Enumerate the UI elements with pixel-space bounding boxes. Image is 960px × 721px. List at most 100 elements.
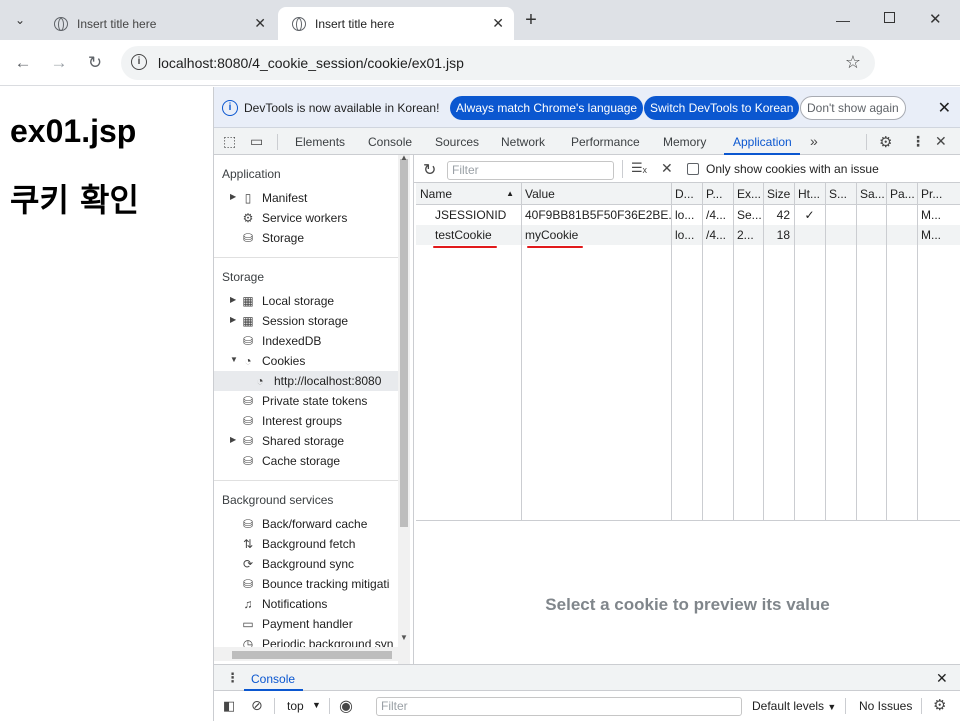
scroll-down-icon[interactable]: ▼ [400, 633, 408, 642]
close-tab-icon[interactable]: ✕ [254, 15, 266, 32]
sidebar-item-notifications[interactable]: ♫ Notifications [214, 594, 400, 614]
sidebar-item-storage[interactable]: ⛁ Storage [214, 228, 400, 248]
refresh-icon[interactable]: ↻ [423, 160, 436, 180]
tab-console[interactable]: Console [368, 135, 412, 149]
console-settings-gear-icon[interactable]: ⚙ [933, 696, 946, 714]
log-levels-dropdown[interactable]: Default levels ▼ [752, 699, 836, 713]
close-window-icon[interactable]: ✕ [929, 10, 942, 28]
sidebar-item-manifest[interactable]: ▶ ▯ Manifest [214, 188, 400, 208]
sidebar-item-session-storage[interactable]: ▶ ▦ Session storage [214, 311, 400, 331]
cell-name[interactable]: JSESSIONID [431, 205, 521, 225]
reload-button[interactable]: ↻ [82, 50, 108, 76]
tab-memory[interactable]: Memory [663, 135, 706, 149]
column-header-samesite[interactable]: Sa... [856, 183, 886, 205]
context-selector[interactable]: top [287, 699, 304, 713]
clear-console-icon[interactable]: ⊘ [251, 697, 263, 714]
forward-button[interactable]: → [46, 50, 72, 76]
switch-korean-button[interactable]: Switch DevTools to Korean [644, 96, 800, 120]
expand-arrow-icon[interactable]: ▶ [230, 295, 236, 304]
tab-network[interactable]: Network [501, 135, 545, 149]
scroll-up-icon[interactable]: ▲ [400, 155, 408, 162]
sidebar-item-payment-handler[interactable]: ▭ Payment handler [214, 614, 400, 634]
devtools-menu-icon[interactable]: ⋮ [911, 133, 925, 150]
tab-sources[interactable]: Sources [435, 135, 479, 149]
column-header-expires[interactable]: Ex... [733, 183, 763, 205]
collapse-arrow-icon[interactable]: ▼ [230, 355, 238, 364]
browser-tab-1[interactable]: Insert title here ✕ [40, 7, 276, 40]
eye-icon[interactable]: ◉ [339, 696, 353, 716]
sidebar-item-cache-storage[interactable]: ⛁ Cache storage [214, 451, 400, 471]
sidebar-item-background-sync[interactable]: ⟳ Background sync [214, 554, 400, 574]
cell-expires[interactable]: 2... [733, 225, 763, 245]
cell-value[interactable]: myCookie [521, 225, 671, 245]
cell-priority[interactable]: M... [917, 205, 960, 225]
inspect-element-icon[interactable]: ⬚ [223, 133, 236, 150]
delete-all-icon[interactable]: ✕ [661, 160, 673, 177]
sidebar-toggle-icon[interactable]: ◧ [223, 698, 235, 714]
dont-show-again-button[interactable]: Don't show again [800, 96, 906, 120]
column-header-size[interactable]: Size [763, 183, 794, 205]
tab-application[interactable]: Application [733, 135, 792, 149]
settings-gear-icon[interactable]: ⚙ [879, 133, 892, 151]
cell-expires[interactable]: Se... [733, 205, 763, 225]
more-tabs-icon[interactable]: » [810, 133, 818, 149]
cell-value[interactable]: 40F9BB81B5F50F36E2BE... [521, 205, 671, 225]
cell-domain[interactable]: lo... [671, 205, 702, 225]
sidebar-item-periodic-sync[interactable]: ◷ Periodic background syn [214, 634, 400, 647]
column-header-path[interactable]: P... [702, 183, 733, 205]
drawer-menu-icon[interactable]: ⋮ [226, 670, 239, 686]
sidebar-item-bounce-tracking[interactable]: ⛁ Bounce tracking mitigati [214, 574, 400, 594]
close-devtools-icon[interactable]: ✕ [935, 133, 947, 150]
tab-search-button[interactable]: ⌄ [6, 6, 34, 34]
cookie-filter-input[interactable]: Filter [447, 161, 614, 180]
device-toolbar-icon[interactable]: ▭ [250, 133, 263, 150]
column-header-name[interactable]: Name ▲ [416, 183, 521, 205]
clear-filtered-icon[interactable]: ☰ₓ [631, 160, 647, 176]
new-tab-button[interactable]: + [517, 6, 545, 34]
sidebar-item-back-forward-cache[interactable]: ⛁ Back/forward cache [214, 514, 400, 534]
bookmark-star-icon[interactable]: ☆ [845, 52, 861, 73]
sidebar-item-local-storage[interactable]: ▶ ▦ Local storage [214, 291, 400, 311]
sidebar-item-cookies[interactable]: ▼ ◔ Cookies [214, 351, 400, 371]
sidebar-item-interest-groups[interactable]: ⛁ Interest groups [214, 411, 400, 431]
browser-tab-2[interactable]: Insert title here ✕ [278, 7, 514, 40]
scrollbar-thumb[interactable] [400, 159, 408, 527]
cell-size[interactable]: 18 [763, 225, 794, 245]
back-button[interactable]: ← [10, 50, 36, 76]
column-header-partition-key[interactable]: Pa... [886, 183, 917, 205]
only-issue-checkbox[interactable] [687, 163, 699, 175]
column-header-httponly[interactable]: Ht... [794, 183, 825, 205]
expand-arrow-icon[interactable]: ▶ [230, 192, 236, 201]
expand-arrow-icon[interactable]: ▶ [230, 435, 236, 444]
tab-elements[interactable]: Elements [295, 135, 345, 149]
minimize-icon[interactable]: — [836, 12, 850, 28]
maximize-icon[interactable] [884, 12, 895, 23]
cell-path[interactable]: /4... [702, 205, 733, 225]
expand-arrow-icon[interactable]: ▶ [230, 315, 236, 324]
match-language-button[interactable]: Always match Chrome's language [450, 96, 644, 120]
close-drawer-icon[interactable]: ✕ [936, 670, 948, 687]
column-header-value[interactable]: Value [521, 183, 671, 205]
column-header-domain[interactable]: D... [671, 183, 702, 205]
sidebar-item-private-state-tokens[interactable]: ⛁ Private state tokens [214, 391, 400, 411]
cell-priority[interactable]: M... [917, 225, 960, 245]
sidebar-item-indexeddb[interactable]: ⛁ IndexedDB [214, 331, 400, 351]
column-header-secure[interactable]: S... [825, 183, 856, 205]
sidebar-item-service-workers[interactable]: ⚙ Service workers [214, 208, 400, 228]
cell-size[interactable]: 42 [763, 205, 794, 225]
scrollbar-thumb[interactable] [232, 651, 392, 659]
sidebar-item-cookie-origin[interactable]: ◔ http://localhost:8080 [214, 371, 400, 391]
sidebar-item-shared-storage[interactable]: ▶ ⛁ Shared storage [214, 431, 400, 451]
issues-counter[interactable]: No Issues [859, 699, 912, 713]
cell-httponly[interactable]: ✓ [794, 205, 825, 225]
address-bar[interactable]: i localhost:8080/4_cookie_session/cookie… [121, 46, 875, 80]
cell-path[interactable]: /4... [702, 225, 733, 245]
dropdown-arrow-icon[interactable]: ▼ [312, 700, 321, 710]
column-header-priority[interactable]: Pr... [917, 183, 960, 205]
sidebar-item-background-fetch[interactable]: ⇅ Background fetch [214, 534, 400, 554]
close-tab-icon[interactable]: ✕ [492, 15, 504, 32]
cell-name[interactable]: testCookie [431, 225, 521, 245]
cell-domain[interactable]: lo... [671, 225, 702, 245]
tab-performance[interactable]: Performance [571, 135, 640, 149]
drawer-tab-console[interactable]: Console [251, 672, 295, 686]
